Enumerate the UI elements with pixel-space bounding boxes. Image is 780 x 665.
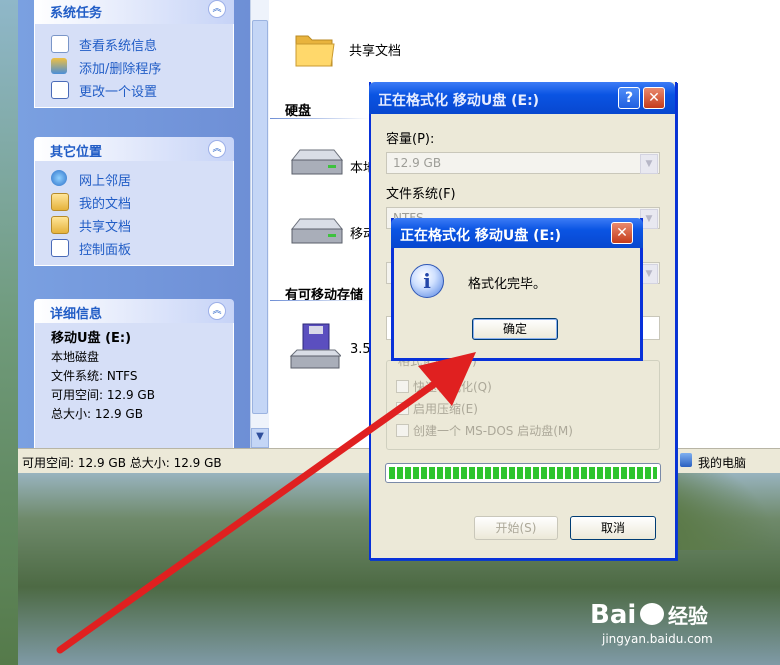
baidu-watermark: Bai 经验 [590,600,708,630]
baidu-paw-icon [640,603,665,625]
watermark-url: jingyan.baidu.com [602,632,713,646]
watermark-brand: Bai [590,600,637,630]
red-arrow-annotation [56,352,476,654]
watermark-brand2: 经验 [667,604,708,628]
